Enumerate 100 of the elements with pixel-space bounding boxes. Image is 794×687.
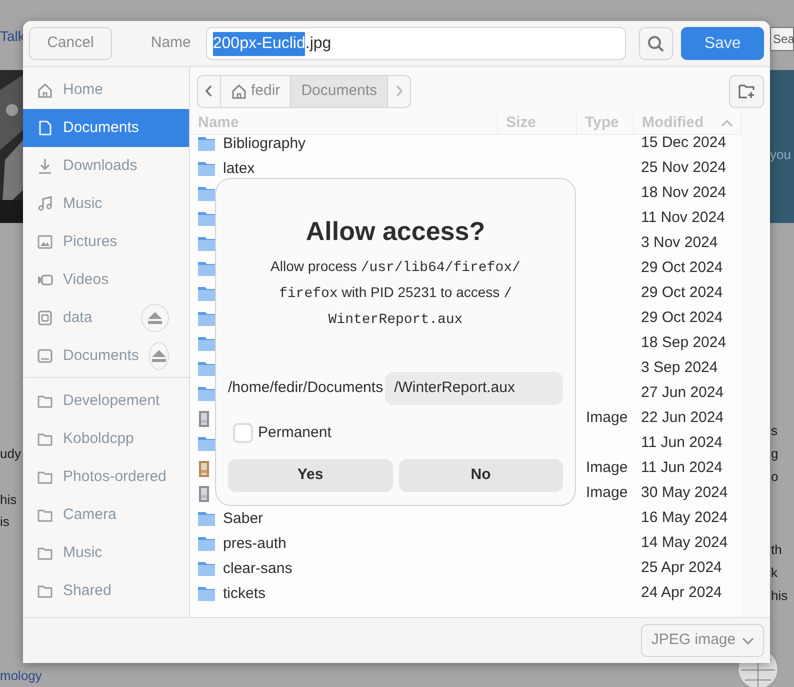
file-type: Image [586,484,628,502]
path-segment[interactable]: Documents [290,74,388,108]
folder-icon [198,586,215,601]
modified-date: 25 Apr 2024 [641,559,722,576]
modified-date: 27 Jun 2024 [641,384,724,402]
file-name-field[interactable]: /WinterReport.aux [385,372,563,405]
folder-icon [198,211,215,226]
modified-date: 16 May 2024 [641,509,728,526]
modified-date: 30 May 2024 [641,484,728,502]
sidebar-item[interactable]: Documents [23,337,189,375]
folder-icon [37,545,53,561]
sidebar-item[interactable]: Music [23,534,189,572]
folder-icon [198,286,215,301]
text-fragment: th [771,541,782,559]
folder-icon [37,431,53,447]
modified-date: 3 Nov 2024 [641,234,718,252]
dialog-message: Allow process /usr/lib64/firefox/ firefox with PID 25231 to access / WinterReport.aux [270,256,520,330]
sidebar-item[interactable]: Home [23,71,189,109]
file-name[interactable]: Bibliography [223,136,306,152]
chevron-right-icon [394,84,404,98]
back-button[interactable] [197,74,221,108]
forward-button[interactable] [387,74,412,108]
path-segment[interactable]: fedir [220,74,292,108]
sidebar-item[interactable]: Downloads [23,147,189,185]
folder-icon [198,136,215,151]
image-icon [37,234,53,250]
sidebar-item[interactable]: Camera [23,496,189,534]
file-name[interactable]: clear-sans [223,560,292,576]
sidebar-item[interactable]: Videos [23,261,189,299]
file-type-dropdown[interactable]: JPEG image [641,624,764,657]
file-name[interactable]: Saber [223,510,264,526]
filename-field[interactable]: 200px-Euclid.jpg [206,27,626,60]
folder-icon [198,561,215,576]
checkbox-label: Permanent [258,422,332,443]
eject-button[interactable] [141,304,169,332]
drive-icon [37,348,53,364]
modified-date: 24 Apr 2024 [641,584,722,602]
save-button[interactable]: Save [681,27,764,60]
text-fragment: k [771,564,778,582]
folder-icon [37,393,53,409]
modified-date: 3 Sep 2024 [641,359,718,376]
modified-date: 11 Jun 2024 [641,434,722,452]
folder-icon [37,469,53,485]
sidebar-item[interactable]: Photos-ordered [23,458,189,496]
dialog-title: Allow access? [306,217,486,246]
file-name[interactable]: pres-auth [223,536,286,552]
drive-icon [37,310,53,326]
file-name[interactable]: latex [223,160,255,176]
sidebar-item[interactable]: Koboldcpp [23,420,189,458]
name-label: Name [150,33,191,54]
text-fragment: is [0,513,10,531]
file-type: Image [586,459,628,476]
yes-button[interactable]: Yes [228,459,392,492]
sidebar-item[interactable]: data [23,299,189,337]
text-fragment: udy [0,445,21,463]
eject-icon [147,311,163,325]
eject-button[interactable] [148,342,169,370]
sidebar-item[interactable]: Music [23,185,189,223]
folder-icon [198,336,215,351]
modified-date: 18 Nov 2024 [641,184,726,202]
modified-date: 18 Sep 2024 [641,334,726,352]
modified-date: 15 Dec 2024 [641,135,726,152]
folder-icon [198,386,215,401]
text-fragment: g [771,445,778,463]
modified-date: 25 Nov 2024 [641,159,726,176]
house-icon [231,83,247,99]
new-folder-button[interactable] [729,74,764,108]
music-note-icon [37,196,53,212]
folder-icon [198,261,215,276]
modified-date: 29 Oct 2024 [641,259,723,276]
file-name[interactable]: tickets [223,586,266,602]
folder-icon [198,536,215,551]
sidebar-item[interactable]: Shared [23,572,189,610]
checkbox[interactable] [233,422,253,443]
search-button[interactable] [639,27,674,60]
folder-icon [37,583,53,599]
download-icon [37,158,53,174]
file-type: Image [586,409,628,426]
modified-date: 22 Jun 2024 [641,409,724,426]
text-fragment: o [771,468,778,486]
sidebar-item[interactable]: Pictures [23,223,189,261]
caret-down-icon [742,636,754,644]
cancel-button[interactable]: Cancel [29,27,112,60]
no-button[interactable]: No [398,459,563,492]
text-fragment: s [771,422,778,440]
sidebar-item[interactable]: Developement [23,382,189,420]
sidebar-item[interactable]: Documents [23,109,189,147]
modified-date: 11 Jun 2024 [641,459,722,476]
folder-icon [198,161,215,176]
document-icon [37,120,53,136]
eject-icon [150,349,167,363]
text-fragment: his [0,491,17,509]
video-camera-icon [37,272,53,288]
text-link[interactable]: mology [0,668,42,684]
folder-icon [198,311,215,326]
text-fragment: his [771,587,788,605]
tab-link[interactable]: Talk [0,26,25,47]
folder-icon [198,186,215,201]
modified-date: 29 Oct 2024 [641,284,723,302]
folder-icon [198,236,215,251]
